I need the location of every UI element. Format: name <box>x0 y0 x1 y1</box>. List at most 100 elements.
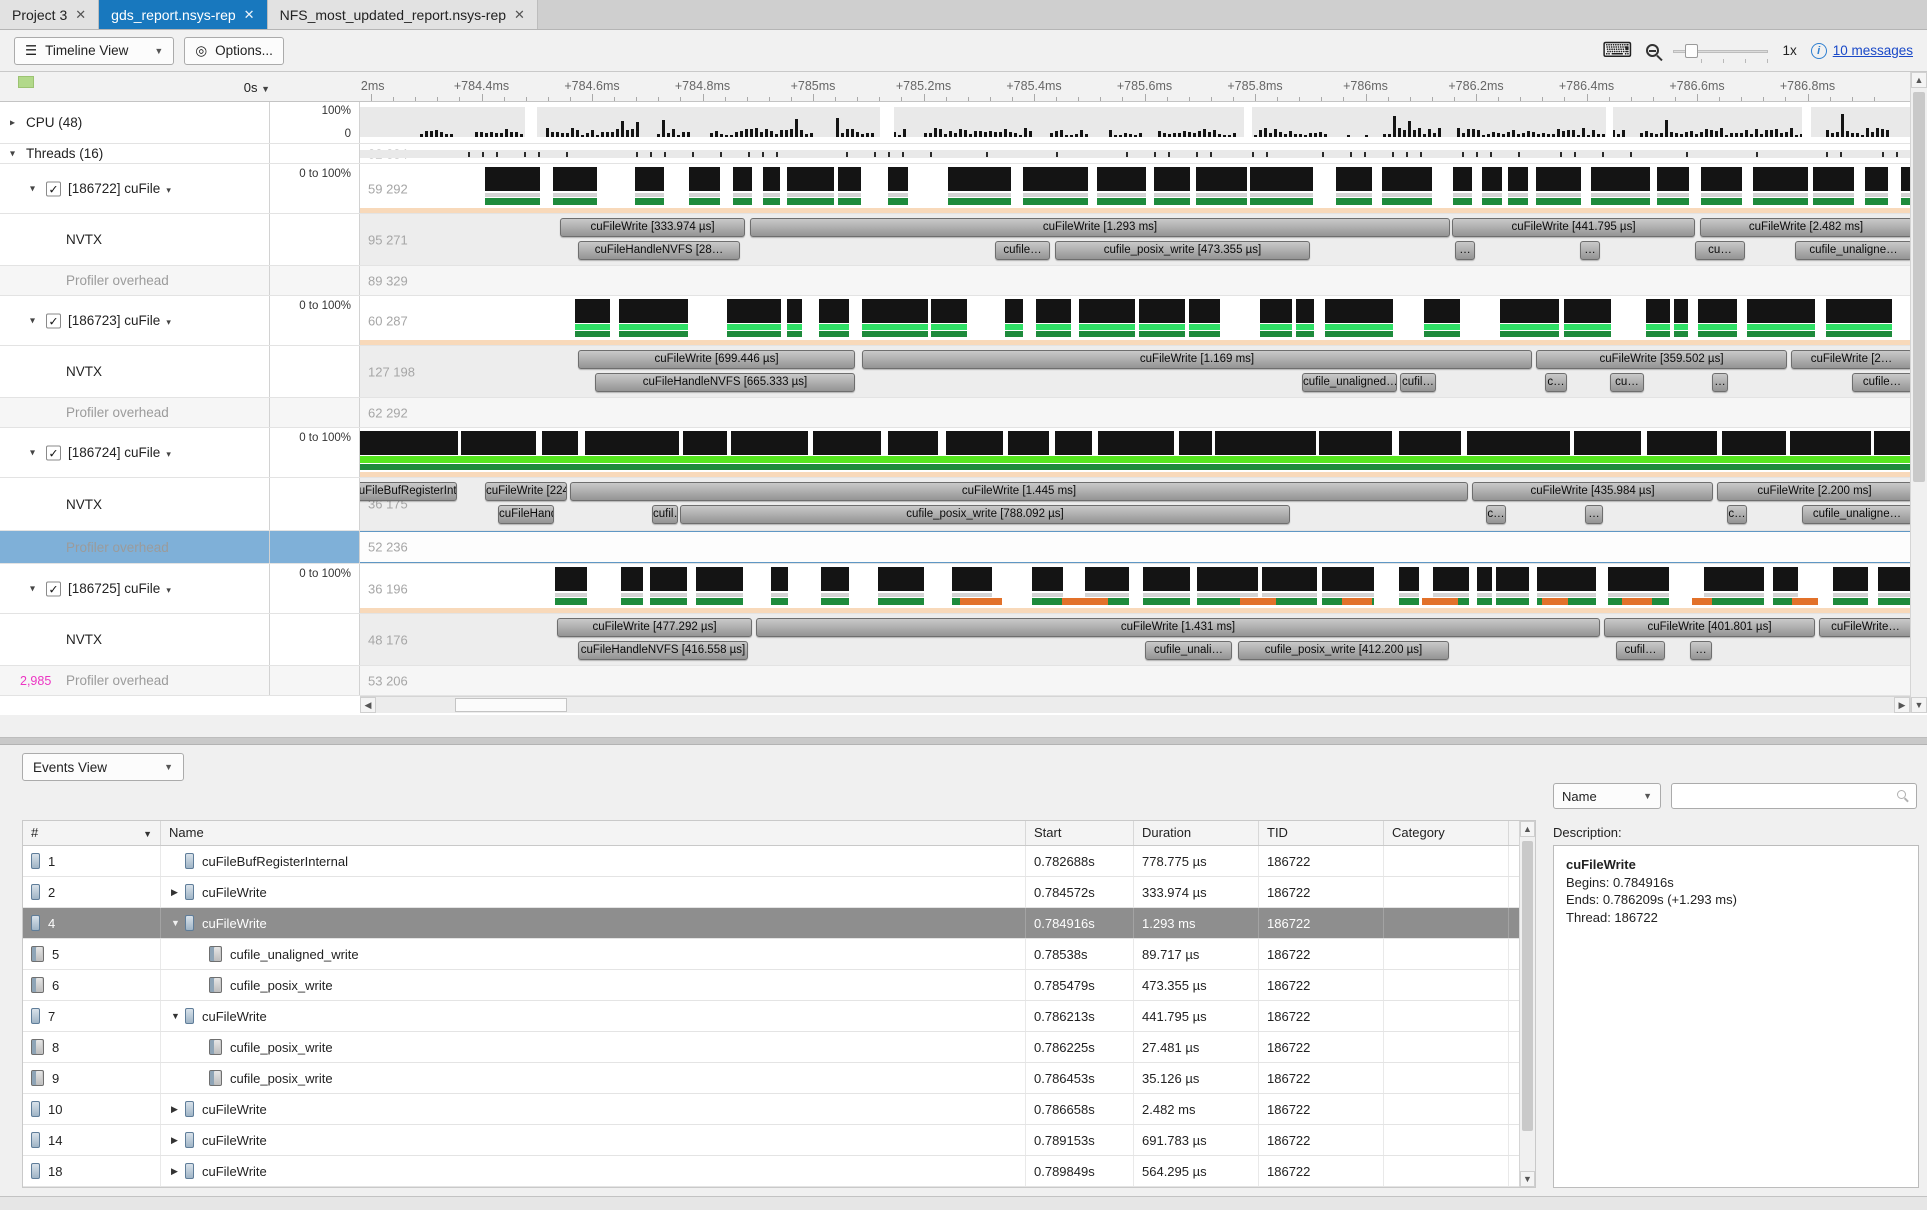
row-chart-area[interactable]: 89 329 <box>360 266 1910 295</box>
table-row[interactable]: 5cufile_unaligned_write0.78538s89.717 µs… <box>23 939 1535 970</box>
nvtx-range-bar[interactable]: … <box>1690 641 1712 660</box>
table-row[interactable]: 8cufile_posix_write0.786225s27.481 µs186… <box>23 1032 1535 1063</box>
row-label-cell[interactable]: Profiler overhead2,985 <box>0 666 270 695</box>
events-vertical-scrollbar[interactable]: ▲ ▼ <box>1519 821 1535 1187</box>
events-view-dropdown[interactable]: Events View ▼ <box>22 753 184 781</box>
table-row[interactable]: 18▶cuFileWrite0.789849s564.295 µs186722 <box>23 1156 1535 1187</box>
row-chart-area[interactable]: 36 196 <box>360 564 1910 613</box>
collapse-arrow-icon[interactable]: ▾ <box>30 315 35 326</box>
messages-link[interactable]: 10 messages <box>1833 43 1913 58</box>
vscroll-thumb[interactable] <box>1913 92 1925 482</box>
collapse-arrow-icon[interactable]: ▾ <box>30 447 35 458</box>
timeline-row-oh3[interactable]: Profiler overhead52 236 <box>0 531 1910 564</box>
close-icon[interactable]: ✕ <box>514 7 525 23</box>
chevron-down-icon[interactable]: ▾ <box>166 185 171 195</box>
options-button[interactable]: ◎ Options... <box>184 37 284 65</box>
nvtx-range-bar[interactable]: cufile_unaligne… <box>1802 505 1910 524</box>
nvtx-range-bar[interactable]: cuFileWrite [699.446 µs] <box>578 350 855 369</box>
nvtx-range-bar[interactable]: cuFileHandleNVFS [416.558 µs] <box>578 641 748 660</box>
timeline-ruler[interactable]: 0s ▼ .2ms+784.4ms+784.6ms+784.8ms+785ms+… <box>0 72 1910 102</box>
nvtx-range-bar[interactable]: cuFileWrite [1.445 ms] <box>570 482 1468 501</box>
nvtx-range-bar[interactable]: cufile_posix_write [788.092 µs] <box>680 505 1290 524</box>
timeline-row-t186724[interactable]: ▾✓[186724] cuFile▾0 to 100% <box>0 428 1910 478</box>
column-header-name[interactable]: Name <box>161 821 1026 845</box>
row-chart-area[interactable] <box>360 428 1910 477</box>
expand-arrow-icon[interactable]: ▸ <box>10 117 15 128</box>
nvtx-range-bar[interactable]: cu… <box>1695 241 1745 260</box>
events-table-header[interactable]: #▼NameStartDurationTIDCategory <box>23 821 1535 846</box>
row-chart-area[interactable]: 82 334 <box>360 144 1910 163</box>
nvtx-range-bar[interactable]: cuFileBufRegisterInter… <box>360 482 457 501</box>
expand-arrow-icon[interactable]: ▶ <box>171 1166 185 1177</box>
column-header-duration[interactable]: Duration <box>1134 821 1259 845</box>
search-input[interactable] <box>1672 784 1916 808</box>
nvtx-range-bar[interactable]: cu… <box>1610 373 1644 392</box>
nvtx-range-bar[interactable]: c… <box>1545 373 1567 392</box>
row-label-cell[interactable]: Profiler overhead <box>0 398 270 427</box>
nvtx-range-bar[interactable]: cufil… <box>1400 373 1436 392</box>
timeline-row-nvtx1[interactable]: NVTX95 271cuFileWrite [333.974 µs]cuFile… <box>0 214 1910 266</box>
timeline-row-nvtx3[interactable]: NVTX36 175cuFileBufRegisterInter…cuFileW… <box>0 478 1910 531</box>
zoom-slider-thumb[interactable] <box>1685 44 1698 58</box>
nvtx-range-bar[interactable]: c… <box>1727 505 1747 524</box>
timeline-vertical-scrollbar[interactable]: ▲ ▼ <box>1910 72 1927 713</box>
timeline-origin-label[interactable]: 0s ▼ <box>190 80 270 95</box>
scroll-left-button[interactable]: ◀ <box>360 697 376 713</box>
view-selector-dropdown[interactable]: ☰ Timeline View ▼ <box>14 37 174 65</box>
nvtx-range-bar[interactable]: cuFileWrite… <box>1819 618 1910 637</box>
column-header-category[interactable]: Category <box>1384 821 1509 845</box>
nvtx-range-bar[interactable]: cuFileHandleNVFS [665.333 µs] <box>595 373 855 392</box>
timeline-row-t186722[interactable]: ▾✓[186722] cuFile▾0 to 100%59 292 <box>0 164 1910 214</box>
row-label-cell[interactable]: NVTX <box>0 614 270 665</box>
nvtx-range-bar[interactable]: cuFileWrite [1.431 ms] <box>756 618 1600 637</box>
row-chart-area[interactable]: 31 189 <box>360 102 1910 143</box>
scroll-down-button[interactable]: ▼ <box>1911 697 1927 713</box>
tab-project-3[interactable]: Project 3✕ <box>0 0 99 29</box>
thread-checkbox[interactable]: ✓ <box>46 313 61 328</box>
collapse-arrow-icon[interactable]: ▾ <box>10 148 15 159</box>
table-row[interactable]: 6cufile_posix_write0.785479s473.355 µs18… <box>23 970 1535 1001</box>
row-chart-area[interactable]: 59 292 <box>360 164 1910 213</box>
close-icon[interactable]: ✕ <box>244 7 255 23</box>
tab-nfs-most-updated-report-nsys-rep[interactable]: NFS_most_updated_report.nsys-rep✕ <box>268 0 538 29</box>
nvtx-range-bar[interactable]: cufil… <box>1616 641 1665 660</box>
nvtx-range-bar[interactable]: cuFileWrite [2.200 ms] <box>1717 482 1910 501</box>
nvtx-range-bar[interactable]: cuFileWrite [224.… <box>485 482 567 501</box>
hscroll-thumb[interactable] <box>455 698 567 712</box>
nvtx-range-bar[interactable]: cuFileHandleNVFS [28… <box>578 241 740 260</box>
row-label-cell[interactable]: ▾✓[186723] cuFile▾ <box>0 296 270 345</box>
nvtx-range-bar[interactable]: … <box>1455 241 1475 260</box>
row-label-cell[interactable]: ▾✓[186725] cuFile▾ <box>0 564 270 613</box>
close-icon[interactable]: ✕ <box>75 7 86 23</box>
nvtx-range-bar[interactable]: cuFileHand… <box>498 505 554 524</box>
row-chart-area[interactable]: 48 176cuFileWrite [477.292 µs]cuFileWrit… <box>360 614 1910 665</box>
scroll-right-button[interactable]: ▶ <box>1894 697 1910 713</box>
table-row[interactable]: 10▶cuFileWrite0.786658s2.482 ms186722 <box>23 1094 1535 1125</box>
nvtx-range-bar[interactable]: cufile_posix_write [412.200 µs] <box>1238 641 1449 660</box>
nvtx-range-bar[interactable]: cuFileWrite [359.502 µs] <box>1536 350 1787 369</box>
chevron-down-icon[interactable]: ▾ <box>166 317 171 327</box>
table-row[interactable]: 9cufile_posix_write0.786453s35.126 µs186… <box>23 1063 1535 1094</box>
thread-checkbox[interactable]: ✓ <box>46 181 61 196</box>
nvtx-range-bar[interactable]: cuFileWrite [435.984 µs] <box>1472 482 1713 501</box>
column-header-num[interactable]: #▼ <box>23 821 161 845</box>
nvtx-range-bar[interactable]: cuFileWrite [2.482 ms] <box>1700 218 1910 237</box>
nvtx-range-bar[interactable]: cuFileWrite [441.795 µs] <box>1452 218 1695 237</box>
nvtx-range-bar[interactable]: cuFileWrite [1.293 ms] <box>750 218 1450 237</box>
row-label-cell[interactable]: ▸CPU (48) <box>0 102 270 143</box>
row-chart-area[interactable]: 52 236 <box>360 531 1910 563</box>
nvtx-range-bar[interactable]: cuFileWrite [477.292 µs] <box>557 618 752 637</box>
timeline-row-nvtx2[interactable]: NVTX127 198cuFileWrite [699.446 µs]cuFil… <box>0 346 1910 398</box>
row-chart-area[interactable]: 36 175cuFileBufRegisterInter…cuFileWrite… <box>360 478 1910 530</box>
keyboard-shortcuts-icon[interactable]: ⌨ <box>1602 40 1632 61</box>
table-row[interactable]: 7▼cuFileWrite0.786213s441.795 µs186722 <box>23 1001 1535 1032</box>
expand-arrow-icon[interactable]: ▶ <box>171 1135 185 1146</box>
nvtx-range-bar[interactable]: cufile… <box>1852 373 1910 392</box>
nvtx-range-bar[interactable]: … <box>1580 241 1600 260</box>
timeline-row-t186723[interactable]: ▾✓[186723] cuFile▾0 to 100%60 287 <box>0 296 1910 346</box>
column-header-start[interactable]: Start <box>1026 821 1134 845</box>
nvtx-range-bar[interactable]: cuFileWrite [1.169 ms] <box>862 350 1532 369</box>
nvtx-range-bar[interactable]: … <box>1585 505 1603 524</box>
row-label-cell[interactable]: ▾Threads (16) <box>0 144 270 163</box>
collapse-arrow-icon[interactable]: ▼ <box>171 1011 185 1021</box>
